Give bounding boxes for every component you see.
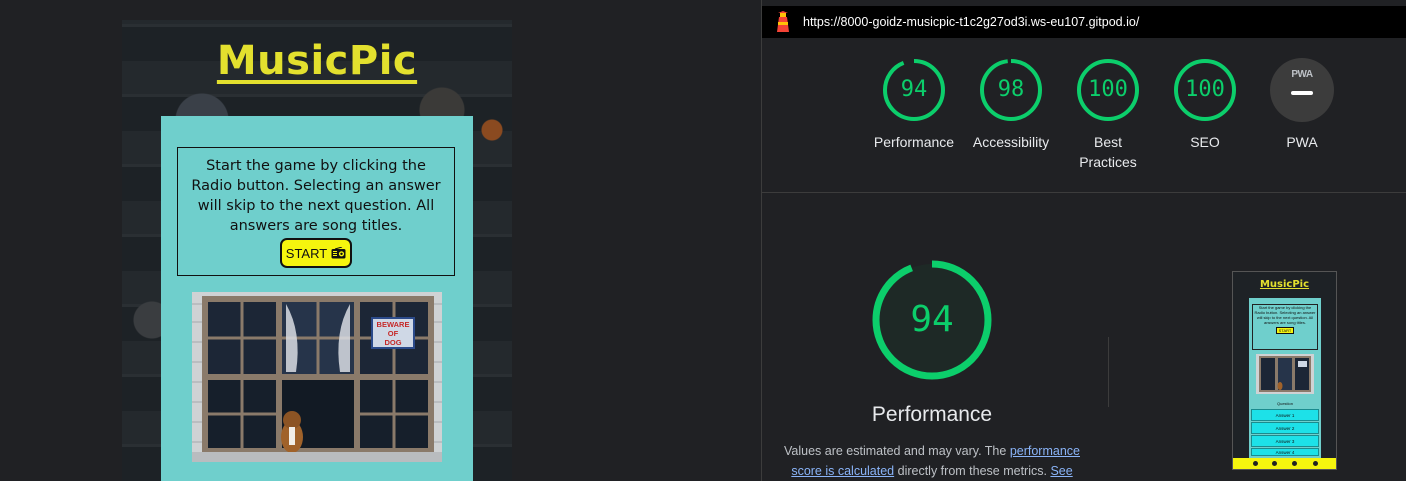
score-label: Best Practices	[1079, 134, 1137, 170]
score-label: Accessibility	[972, 134, 1050, 150]
lighthouse-icon	[774, 11, 792, 38]
thumbnail-instructions-text: Start the game by clicking the Radio but…	[1254, 305, 1316, 325]
score-value: 100	[1185, 77, 1225, 102]
vertical-divider	[1108, 337, 1109, 407]
window-dog-image: BEWARE OF DOG	[192, 292, 442, 462]
main-performance-gauge: 94	[870, 258, 994, 382]
svg-text:OF: OF	[388, 329, 399, 338]
gauge-pwa[interactable]: PWA PWA	[1254, 58, 1350, 152]
pwa-dash-icon	[1291, 91, 1313, 95]
svg-text:DOG: DOG	[384, 338, 401, 347]
thumbnail-instructions: Start the game by clicking the Radio but…	[1252, 304, 1318, 350]
thumbnail-window-image	[1256, 354, 1314, 394]
description-text: Values are estimated and may vary. The	[784, 444, 1010, 458]
start-button[interactable]: START	[280, 238, 352, 268]
gauge-best-practices[interactable]: 100 Best Practices	[1060, 58, 1156, 172]
thumbnail-question: Question	[1276, 401, 1293, 406]
thumbnail-footer	[1233, 458, 1336, 469]
thumbnail-answer: Answer 2	[1251, 422, 1319, 434]
facebook-icon	[1253, 461, 1258, 466]
main-score-value: 94	[910, 299, 954, 340]
gauge-accessibility[interactable]: 98 Accessibility	[963, 58, 1059, 152]
thumbnail-card: Start the game by clicking the Radio but…	[1249, 298, 1321, 458]
page-thumbnail: MusicPic Start the game by clicking the …	[1232, 271, 1337, 470]
report-url[interactable]: https://8000-goidz-musicpic-t1c2g27od3i.…	[803, 15, 1139, 29]
score-value: 100	[1088, 77, 1128, 102]
url-bar: https://8000-goidz-musicpic-t1c2g27od3i.…	[762, 6, 1406, 38]
thumbnail-answer: Answer 4	[1251, 448, 1319, 456]
pwa-badge-icon: PWA	[1270, 58, 1334, 122]
section-divider	[762, 192, 1406, 193]
score-description: Values are estimated and may vary. The p…	[784, 441, 1080, 481]
description-text-middle: directly from these metrics.	[894, 464, 1051, 478]
thumbnail-title: MusicPic	[1259, 279, 1310, 290]
score-label: SEO	[1190, 134, 1220, 150]
gauge-seo[interactable]: 100 SEO	[1157, 58, 1253, 152]
main-score-label: Performance	[871, 403, 993, 426]
thumbnail-answer: Answer 3	[1251, 435, 1319, 447]
lighthouse-panel: https://8000-goidz-musicpic-t1c2g27od3i.…	[761, 0, 1406, 481]
score-label: PWA	[1286, 134, 1318, 150]
start-label: START	[285, 245, 328, 261]
thumbnail-start-button: START	[1275, 327, 1295, 334]
instagram-icon	[1272, 461, 1277, 466]
github-icon	[1313, 461, 1318, 466]
instructions-text: Start the game by clicking the Radio but…	[191, 158, 441, 234]
see-link[interactable]: See	[1050, 464, 1072, 478]
gauge-performance[interactable]: 94 Performance	[866, 58, 962, 152]
score-value: 94	[900, 77, 928, 102]
svg-text:BEWARE: BEWARE	[377, 320, 410, 329]
radio-icon	[331, 246, 346, 259]
instructions-box: Start the game by clicking the Radio but…	[177, 147, 455, 276]
spotify-icon	[1292, 461, 1297, 466]
score-value: 98	[997, 77, 1025, 102]
game-card: Start the game by clicking the Radio but…	[161, 116, 473, 481]
app-preview: MusicPic Start the game by clicking the …	[122, 20, 512, 481]
score-label: Performance	[873, 134, 955, 150]
pwa-badge-text: PWA	[1291, 69, 1313, 80]
thumbnail-answer: Answer 1	[1251, 409, 1319, 421]
app-title: MusicPic	[216, 38, 418, 84]
